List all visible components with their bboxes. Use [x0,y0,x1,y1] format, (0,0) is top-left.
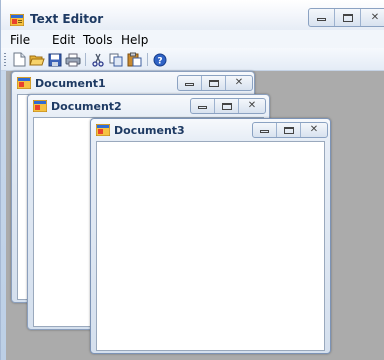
minimize-icon [198,106,207,109]
document3-minimize-button[interactable] [253,123,277,137]
toolbar-separator [147,53,148,66]
minimize-icon [185,83,194,86]
paste-icon[interactable] [126,52,142,67]
document3-window[interactable]: Document3 ✕ [90,118,331,354]
document2-title: Document2 [51,100,122,113]
document2-maximize-button[interactable] [215,99,239,113]
minimize-icon [317,18,326,21]
app-title-bar[interactable]: Text Editor ✕ [1,0,384,34]
mdi-workspace[interactable]: Document1 ✕ Document2 ✕ Document3 ✕ [6,71,384,360]
menu-bar: File Edit Tools Help [1,30,384,50]
app-window: Text Editor ✕ File Edit Tools Help ? Doc… [0,0,384,360]
close-icon: ✕ [234,77,244,88]
document3-text-area[interactable] [96,141,325,351]
document1-minimize-button[interactable] [178,76,202,90]
menu-edit[interactable]: Edit [52,33,75,47]
save-icon[interactable] [47,52,63,67]
new-file-icon[interactable] [11,52,27,67]
menu-help[interactable]: Help [121,33,148,47]
maximize-icon [342,13,353,22]
document3-controls: ✕ [252,122,328,138]
document1-controls: ✕ [177,75,253,91]
help-icon[interactable]: ? [152,52,168,67]
minimize-icon [260,130,269,133]
cut-icon[interactable] [90,52,106,67]
close-icon: ✕ [370,11,380,23]
print-icon[interactable] [65,52,81,67]
svg-text:?: ? [157,56,162,66]
menu-file[interactable]: File [10,33,30,47]
document2-minimize-button[interactable] [191,99,215,113]
document1-maximize-button[interactable] [202,76,226,90]
close-icon: ✕ [309,124,319,135]
document1-close-button[interactable]: ✕ [226,76,252,90]
app-minimize-button[interactable] [309,9,335,26]
document-icon [17,77,31,89]
maximize-icon [221,102,232,110]
app-close-button[interactable]: ✕ [361,9,384,26]
document1-title: Document1 [35,77,106,90]
document-icon [33,100,47,112]
document3-close-button[interactable]: ✕ [301,123,327,137]
app-title: Text Editor [30,12,104,26]
document3-title: Document3 [114,124,185,137]
toolbar-grip[interactable] [4,53,6,66]
document-icon [96,124,110,136]
close-icon: ✕ [247,100,257,111]
toolbar-separator [85,53,86,66]
maximize-icon [208,79,219,87]
document2-controls: ✕ [190,98,266,114]
open-folder-icon[interactable] [29,52,45,67]
document3-maximize-button[interactable] [277,123,301,137]
app-window-controls: ✕ [308,8,384,27]
app-maximize-button[interactable] [335,9,361,26]
app-icon [10,14,24,26]
toolbar: ? [1,48,384,71]
copy-icon[interactable] [108,52,124,67]
maximize-icon [283,126,294,134]
menu-tools[interactable]: Tools [83,33,113,47]
document2-close-button[interactable]: ✕ [239,99,265,113]
